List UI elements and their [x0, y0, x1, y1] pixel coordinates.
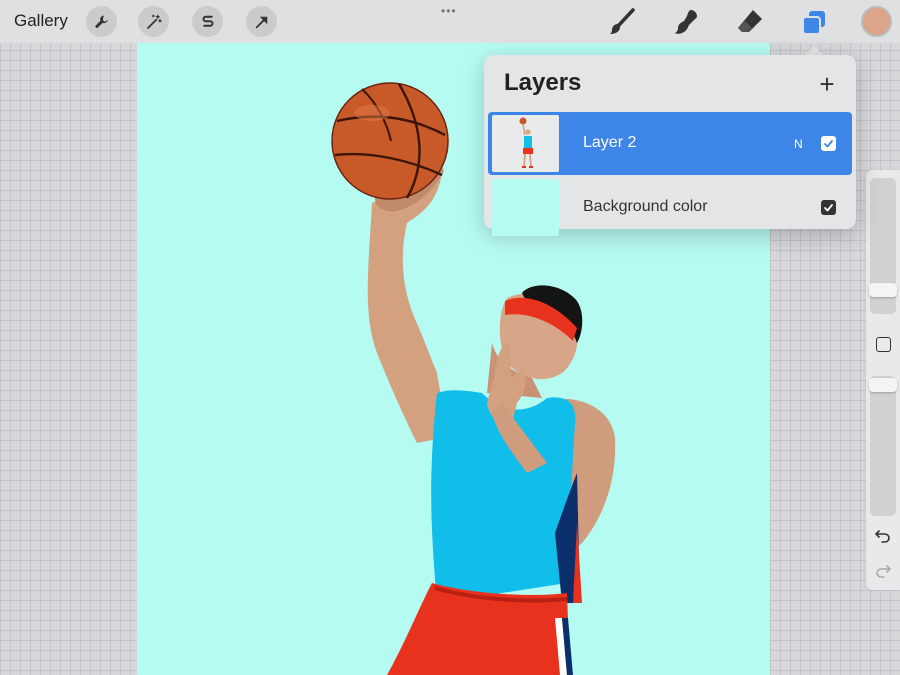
- wrench-icon: [94, 15, 108, 28]
- brush-button[interactable]: [604, 4, 640, 40]
- opacity-slider-thumb[interactable]: [869, 378, 897, 392]
- toolbar-grip-icon[interactable]: •••: [441, 4, 457, 18]
- eraser-icon: [738, 10, 762, 32]
- redo-icon[interactable]: [875, 562, 891, 578]
- layer-row-layer-2[interactable]: Layer 2 N: [488, 112, 852, 175]
- selection-s-icon: [202, 15, 213, 27]
- transform-button[interactable]: [246, 6, 277, 37]
- top-toolbar: Gallery •••: [0, 0, 900, 43]
- layer-visibility-checkbox[interactable]: [821, 136, 836, 151]
- brush-size-slider-thumb[interactable]: [869, 283, 897, 297]
- magic-wand-icon: [146, 14, 162, 29]
- layer-row-background-color[interactable]: Background color: [488, 176, 852, 239]
- actions-button[interactable]: [86, 6, 117, 37]
- opacity-slider[interactable]: [870, 376, 896, 516]
- background-color-thumbnail: [492, 179, 559, 236]
- side-toolbar: [866, 170, 900, 590]
- layers-panel-title: Layers: [504, 69, 582, 96]
- color-picker-button[interactable]: [861, 6, 892, 37]
- brush-icon: [610, 8, 635, 34]
- gallery-button[interactable]: Gallery: [14, 11, 68, 31]
- selection-button[interactable]: [192, 6, 223, 37]
- layer-name: Background color: [583, 198, 708, 215]
- layer-visibility-checkbox[interactable]: [821, 200, 836, 215]
- eraser-button[interactable]: [732, 4, 768, 40]
- layers-panel: Layers + Layer 2 N Background color: [484, 55, 856, 236]
- layer-thumbnail: [492, 115, 559, 172]
- layers-button[interactable]: [796, 4, 832, 40]
- undo-icon[interactable]: [875, 527, 891, 543]
- smudge-button[interactable]: [668, 4, 704, 40]
- modifier-button[interactable]: [876, 337, 891, 352]
- checkmark-icon: [824, 204, 833, 212]
- blend-mode-button[interactable]: N: [794, 137, 803, 151]
- checkmark-icon: [824, 140, 833, 148]
- adjustments-button[interactable]: [138, 6, 169, 37]
- layer-thumbnail-figure: [519, 117, 533, 168]
- basketball: [331, 82, 449, 200]
- add-layer-button[interactable]: +: [814, 71, 840, 99]
- layer-name: Layer 2: [583, 134, 637, 151]
- layers-icon: [802, 11, 825, 35]
- transform-arrow-icon: [255, 16, 267, 28]
- smudge-icon: [675, 10, 697, 34]
